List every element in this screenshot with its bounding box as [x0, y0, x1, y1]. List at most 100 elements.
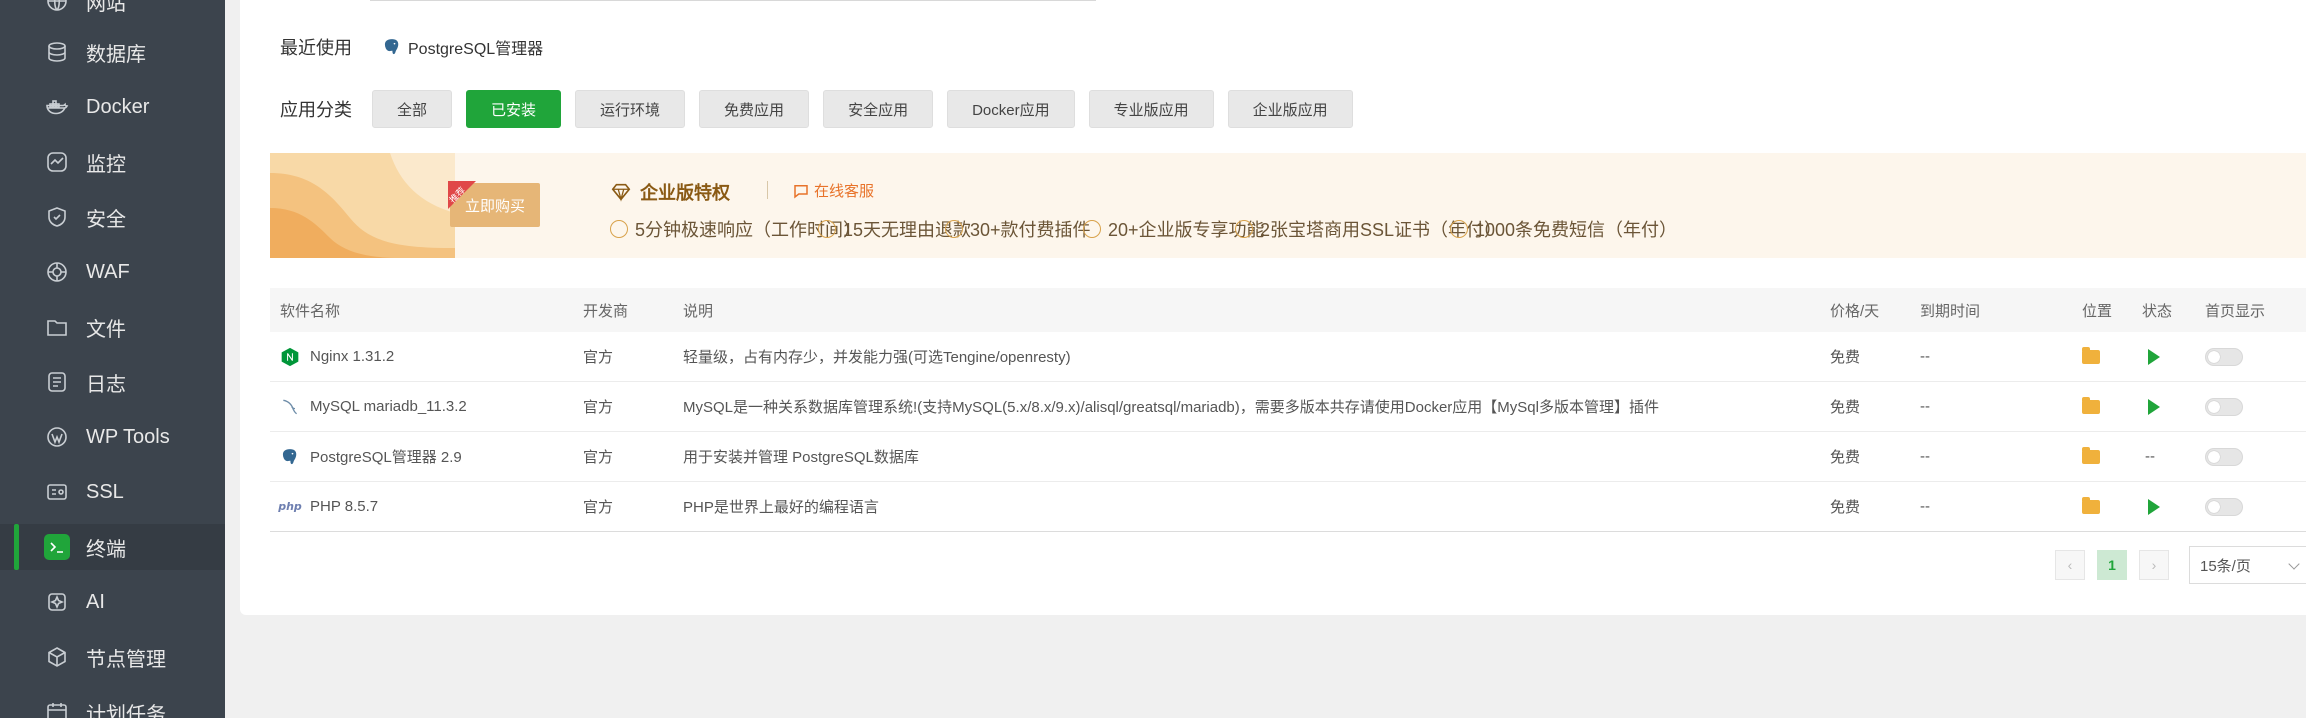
category-pro-button[interactable]: 专业版应用 — [1088, 90, 1214, 128]
sidebar-item-website[interactable]: 网站 — [0, 0, 225, 24]
feature-plugins: 30+款付费插件 — [945, 216, 1091, 242]
description: 用于安装并管理 PostgreSQL数据库 — [683, 449, 919, 466]
open-folder-button[interactable] — [2082, 332, 2100, 381]
price: 免费 — [1830, 449, 1861, 466]
category-security-button[interactable]: 安全应用 — [823, 90, 934, 128]
ssl-icon — [1235, 220, 1253, 238]
sidebar-item-wp-tools[interactable]: WP Tools — [0, 414, 225, 460]
sidebar-item-monitor[interactable]: 监控 — [0, 139, 225, 185]
table-row: PostgreSQL管理器 2.9 官方 用于安装并管理 PostgreSQL数… — [270, 432, 2306, 482]
sidebar-item-label: WP Tools — [86, 425, 170, 448]
table-row: Nginx 1.31.2 官方 轻量级，占有内存少，并发能力强(可选Tengin… — [270, 332, 2306, 382]
prev-page-button[interactable]: ‹ — [2055, 550, 2085, 580]
enterprise-title-label: 企业版特权 — [640, 183, 730, 203]
folder-icon — [2082, 446, 2100, 464]
sidebar-item-label: 终端 — [86, 538, 126, 561]
page-number[interactable]: 1 — [2097, 550, 2127, 580]
sidebar-item-files[interactable]: 文件 — [0, 304, 225, 350]
table-row: MySQL mariadb_11.3.2 官方 MySQL是一种关系数据库管理系… — [270, 382, 2306, 432]
status-running[interactable] — [2142, 382, 2160, 431]
recent-app-postgresql[interactable]: PostgreSQL管理器 — [382, 35, 543, 59]
ssl-icon — [44, 479, 70, 505]
homepage-toggle[interactable] — [2205, 482, 2243, 531]
sidebar-item-waf[interactable]: WAF — [0, 249, 225, 295]
online-service-link[interactable]: 在线客服 — [792, 180, 874, 201]
software-name[interactable]: php PHP 8.5.7 — [278, 482, 378, 531]
toggle-switch[interactable] — [2205, 347, 2243, 366]
software-name[interactable]: PostgreSQL管理器 2.9 — [280, 432, 462, 481]
terminal-icon — [44, 534, 70, 560]
open-folder-button[interactable] — [2082, 482, 2100, 531]
sidebar-item-label: 计划任务 — [86, 703, 166, 718]
category-label: 应用分类 — [280, 100, 352, 120]
category-docker-button[interactable]: Docker应用 — [947, 90, 1075, 128]
category-installed-button[interactable]: 已安装 — [466, 90, 562, 128]
postgresql-icon — [384, 38, 400, 55]
sidebar-item-logs[interactable]: 日志 — [0, 359, 225, 405]
php-icon: php — [278, 500, 302, 513]
toggle-switch[interactable] — [2205, 447, 2243, 466]
chat-icon — [794, 184, 808, 199]
sidebar-item-cron[interactable]: 计划任务 — [0, 689, 225, 718]
sidebar-item-label: 监控 — [86, 153, 126, 176]
clock-icon — [610, 220, 628, 238]
price: 免费 — [1830, 499, 1861, 516]
homepage-toggle[interactable] — [2205, 382, 2243, 431]
status-none: -- — [2145, 448, 2155, 465]
description: PHP是世界上最好的编程语言 — [683, 499, 879, 516]
status-running[interactable] — [2142, 332, 2160, 381]
waf-icon — [44, 259, 70, 285]
next-page-button[interactable]: › — [2139, 550, 2169, 580]
open-folder-button[interactable] — [2082, 382, 2100, 431]
feature-label: 1000条免费短信（年付） — [1475, 220, 1678, 240]
toggle-switch[interactable] — [2205, 497, 2243, 516]
sidebar-item-ai[interactable]: AI — [0, 579, 225, 625]
main-panel: 最近使用 PostgreSQL管理器 应用分类 全部 已安装 运行环境 免费应用… — [240, 0, 2306, 615]
software-name-label: Nginx 1.31.2 — [310, 348, 395, 365]
enterprise-title: 企业版特权 — [610, 179, 730, 205]
sidebar-item-ssl[interactable]: SSL — [0, 469, 225, 515]
feature-label: 30+款付费插件 — [970, 220, 1091, 240]
header-homepage: 首页显示 — [2205, 302, 2266, 320]
diamond-icon — [1083, 220, 1101, 238]
folder-icon — [2082, 346, 2100, 364]
sidebar-item-label: WAF — [86, 260, 130, 283]
expire-date: -- — [1920, 348, 1930, 365]
toggle-switch[interactable] — [2205, 397, 2243, 416]
mysql-icon — [280, 397, 300, 417]
banner-decoration — [270, 153, 455, 258]
category-all-button[interactable]: 全部 — [372, 90, 453, 128]
category-runtime-button[interactable]: 运行环境 — [575, 90, 686, 128]
category-enterprise-button[interactable]: 企业版应用 — [1227, 90, 1353, 128]
expire-date: -- — [1920, 498, 1930, 515]
sidebar-item-docker[interactable]: Docker — [0, 84, 225, 130]
header-status: 状态 — [2142, 302, 2173, 320]
status-running[interactable] — [2142, 482, 2160, 531]
software-name[interactable]: Nginx 1.31.2 — [280, 332, 394, 381]
sidebar-item-security[interactable]: 安全 — [0, 194, 225, 240]
homepage-toggle[interactable] — [2205, 332, 2243, 381]
category-free-button[interactable]: 免费应用 — [699, 90, 810, 128]
expire-date: -- — [1920, 448, 1930, 465]
sidebar-item-terminal[interactable]: 终端 — [0, 524, 225, 570]
software-name[interactable]: MySQL mariadb_11.3.2 — [280, 382, 467, 431]
header-price: 价格/天 — [1830, 302, 1880, 320]
homepage-toggle[interactable] — [2205, 432, 2243, 481]
sidebar-item-nodes[interactable]: 节点管理 — [0, 634, 225, 680]
sidebar-item-label: SSL — [86, 480, 124, 503]
sidebar-item-label: 安全 — [86, 208, 126, 231]
sidebar-item-label: 节点管理 — [86, 648, 166, 671]
folder-icon — [2082, 496, 2100, 514]
table-row: php PHP 8.5.7 官方 PHP是世界上最好的编程语言 免费 -- — [270, 482, 2306, 532]
open-folder-button[interactable] — [2082, 432, 2100, 481]
developer: 官方 — [583, 499, 614, 516]
sidebar-item-database[interactable]: 数据库 — [0, 29, 225, 75]
nginx-icon — [280, 347, 300, 367]
globe-icon — [44, 0, 70, 14]
enterprise-banner: 立即购买 推荐 企业版特权 在线客服 5分钟极速响应（工作时间） 15天无理由退… — [270, 153, 2306, 258]
sidebar-item-label: Docker — [86, 95, 150, 118]
sidebar-item-label: 网站 — [86, 0, 126, 15]
page-size-select[interactable]: 15条/页 — [2189, 546, 2306, 584]
calendar-icon — [44, 699, 70, 718]
price: 免费 — [1830, 349, 1861, 366]
